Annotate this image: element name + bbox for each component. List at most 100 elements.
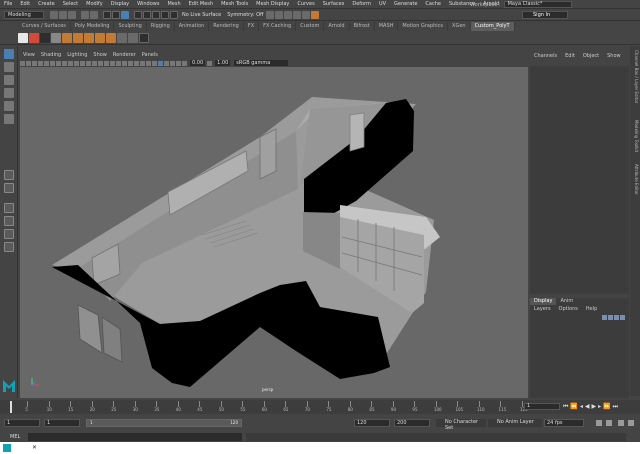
new-layer-selected-icon[interactable] — [620, 315, 625, 320]
snap-point-icon[interactable] — [152, 11, 160, 19]
hud-icon[interactable] — [176, 60, 181, 66]
close-icon[interactable]: ✕ — [32, 442, 37, 454]
render-icon[interactable] — [284, 11, 293, 19]
depth-of-field-icon[interactable] — [128, 60, 133, 66]
color-space-dropdown[interactable]: sRGB gamma — [234, 60, 289, 66]
snap-curve-icon[interactable] — [143, 11, 151, 19]
resolution-gate-icon[interactable] — [50, 60, 55, 66]
redo-icon[interactable] — [90, 11, 98, 19]
menu-modify[interactable]: Modify — [82, 0, 107, 9]
menu-create[interactable]: Create — [34, 0, 59, 9]
snap-view-icon[interactable] — [161, 11, 169, 19]
ambient-occlusion-icon[interactable] — [110, 60, 115, 66]
maya-app-icon[interactable] — [3, 444, 11, 452]
ipr-render-icon[interactable] — [293, 11, 302, 19]
auto-key-icon[interactable] — [596, 420, 602, 426]
shelf-clapper-icon[interactable] — [18, 32, 28, 43]
menu-set-dropdown[interactable]: Modeling — [4, 11, 44, 19]
open-scene-icon[interactable] — [59, 11, 67, 19]
shelf-script-icon[interactable] — [40, 32, 50, 43]
layout-hypershade-icon[interactable] — [3, 229, 14, 239]
shelf-tab-mash[interactable]: MASH — [375, 22, 399, 31]
anim-prefs-icon[interactable] — [628, 420, 634, 426]
wireframe-on-shaded-icon[interactable] — [158, 60, 163, 66]
layer-down-icon[interactable] — [608, 315, 613, 320]
go-to-start-icon[interactable]: ⏮ — [563, 403, 568, 410]
symmetry-field[interactable]: Symmetry: Off — [227, 12, 263, 18]
motion-blur-icon[interactable] — [116, 60, 121, 66]
playback-start-field[interactable]: 1 — [44, 419, 80, 427]
shelf-tab-custom[interactable]: Custom — [296, 22, 325, 31]
channel-box-menu-channels[interactable]: Channels — [530, 52, 561, 61]
shelf-pencil-icon[interactable] — [139, 32, 149, 43]
range-start-field[interactable]: 1 — [4, 419, 40, 427]
select-object-icon[interactable] — [112, 11, 120, 19]
shelf-tab-xgen[interactable]: XGen — [448, 22, 471, 31]
shelf-tab-arnold[interactable]: Arnold — [324, 22, 350, 31]
shelf-cube-bridge-icon[interactable] — [106, 32, 116, 43]
shelf-tab-fx-caching[interactable]: FX Caching — [259, 22, 297, 31]
gate-mask-icon[interactable] — [56, 60, 61, 66]
shelf-mirror-icon[interactable] — [117, 32, 127, 43]
side-tab-channel-box-layer-editor[interactable]: Channel Box / Layer Editor — [631, 50, 639, 103]
image-plane-icon[interactable] — [32, 60, 37, 66]
shelf-tab-rigging[interactable]: Rigging — [147, 22, 175, 31]
channel-box-body[interactable] — [530, 66, 629, 294]
camera-icon[interactable] — [170, 60, 175, 66]
layout-persp-outliner-icon[interactable] — [3, 203, 14, 213]
wireframe-icon[interactable] — [80, 60, 85, 66]
xray-components-icon[interactable] — [152, 60, 157, 66]
sign-in-button[interactable]: Sign In — [522, 11, 568, 19]
panel-menu-show[interactable]: Show — [90, 52, 110, 59]
shelf-tab-custom-polyt[interactable]: Custom_PolyT — [470, 22, 515, 31]
command-language-toggle[interactable]: MEL — [10, 432, 20, 442]
playback-prefs-icon[interactable] — [606, 420, 612, 426]
shelf-grid-icon[interactable] — [51, 32, 61, 43]
new-layer-icon[interactable] — [614, 315, 619, 320]
menu-file[interactable]: File — [0, 0, 16, 9]
menu-display[interactable]: Display — [107, 0, 133, 9]
move-tool-icon[interactable] — [3, 88, 14, 98]
bookmarks-icon[interactable] — [26, 60, 31, 66]
channel-box-menu-show[interactable]: Show — [603, 52, 625, 61]
channel-box-menu-object[interactable]: Object — [579, 52, 603, 61]
anim-layer-field[interactable]: No Anim Layer — [488, 419, 542, 427]
gamma-field[interactable]: 1.00 — [215, 60, 231, 66]
layer-menu-layers[interactable]: Layers — [530, 305, 555, 313]
panel-menu-view[interactable]: View — [20, 52, 38, 59]
outliner-icon[interactable] — [3, 242, 14, 252]
undo-icon[interactable] — [81, 11, 89, 19]
paint-select-icon[interactable] — [3, 75, 14, 85]
perspective-viewport[interactable] — [20, 67, 528, 398]
current-time-indicator[interactable] — [10, 401, 12, 413]
layer-tab-anim[interactable]: Anim — [556, 298, 577, 305]
menu-mesh[interactable]: Mesh — [163, 0, 184, 9]
step-back-frame-icon[interactable]: ◂ — [580, 403, 583, 410]
xray-icon[interactable] — [140, 60, 145, 66]
new-scene-icon[interactable] — [50, 11, 58, 19]
layer-tab-display[interactable]: Display — [530, 298, 557, 305]
snap-surface-icon[interactable] — [170, 11, 178, 19]
shelf-magnet-icon[interactable] — [29, 32, 39, 43]
workspace-selector[interactable]: Workspace : Maya Classic* — [470, 1, 572, 8]
rotate-tool-icon[interactable] — [3, 101, 14, 111]
shelf-smooth-icon[interactable] — [128, 32, 138, 43]
layer-menu-options[interactable]: Options — [555, 305, 582, 313]
menu-generate[interactable]: Generate — [390, 0, 421, 9]
isolate-select-icon[interactable] — [134, 60, 139, 66]
anti-alias-icon[interactable] — [122, 60, 127, 66]
textured-icon[interactable] — [92, 60, 97, 66]
render-settings-icon[interactable] — [302, 11, 311, 19]
shelf-tab-sculpting[interactable]: Sculpting — [114, 22, 147, 31]
channel-box-menu-edit[interactable]: Edit — [561, 52, 579, 61]
menu-edit[interactable]: Edit — [16, 0, 34, 9]
field-chart-icon[interactable] — [62, 60, 67, 66]
side-tab-attribute-editor[interactable]: Attribute Editor — [631, 164, 639, 195]
shelf-tab-motion-graphics[interactable]: Motion Graphics — [398, 22, 449, 31]
use-lights-icon[interactable] — [98, 60, 103, 66]
render-view-icon[interactable] — [275, 11, 284, 19]
select-component-icon[interactable] — [121, 11, 129, 19]
panel-menu-shading[interactable]: Shading — [38, 52, 64, 59]
panel-menu-lighting[interactable]: Lighting — [64, 52, 90, 59]
keyframe-icon[interactable] — [618, 420, 624, 426]
